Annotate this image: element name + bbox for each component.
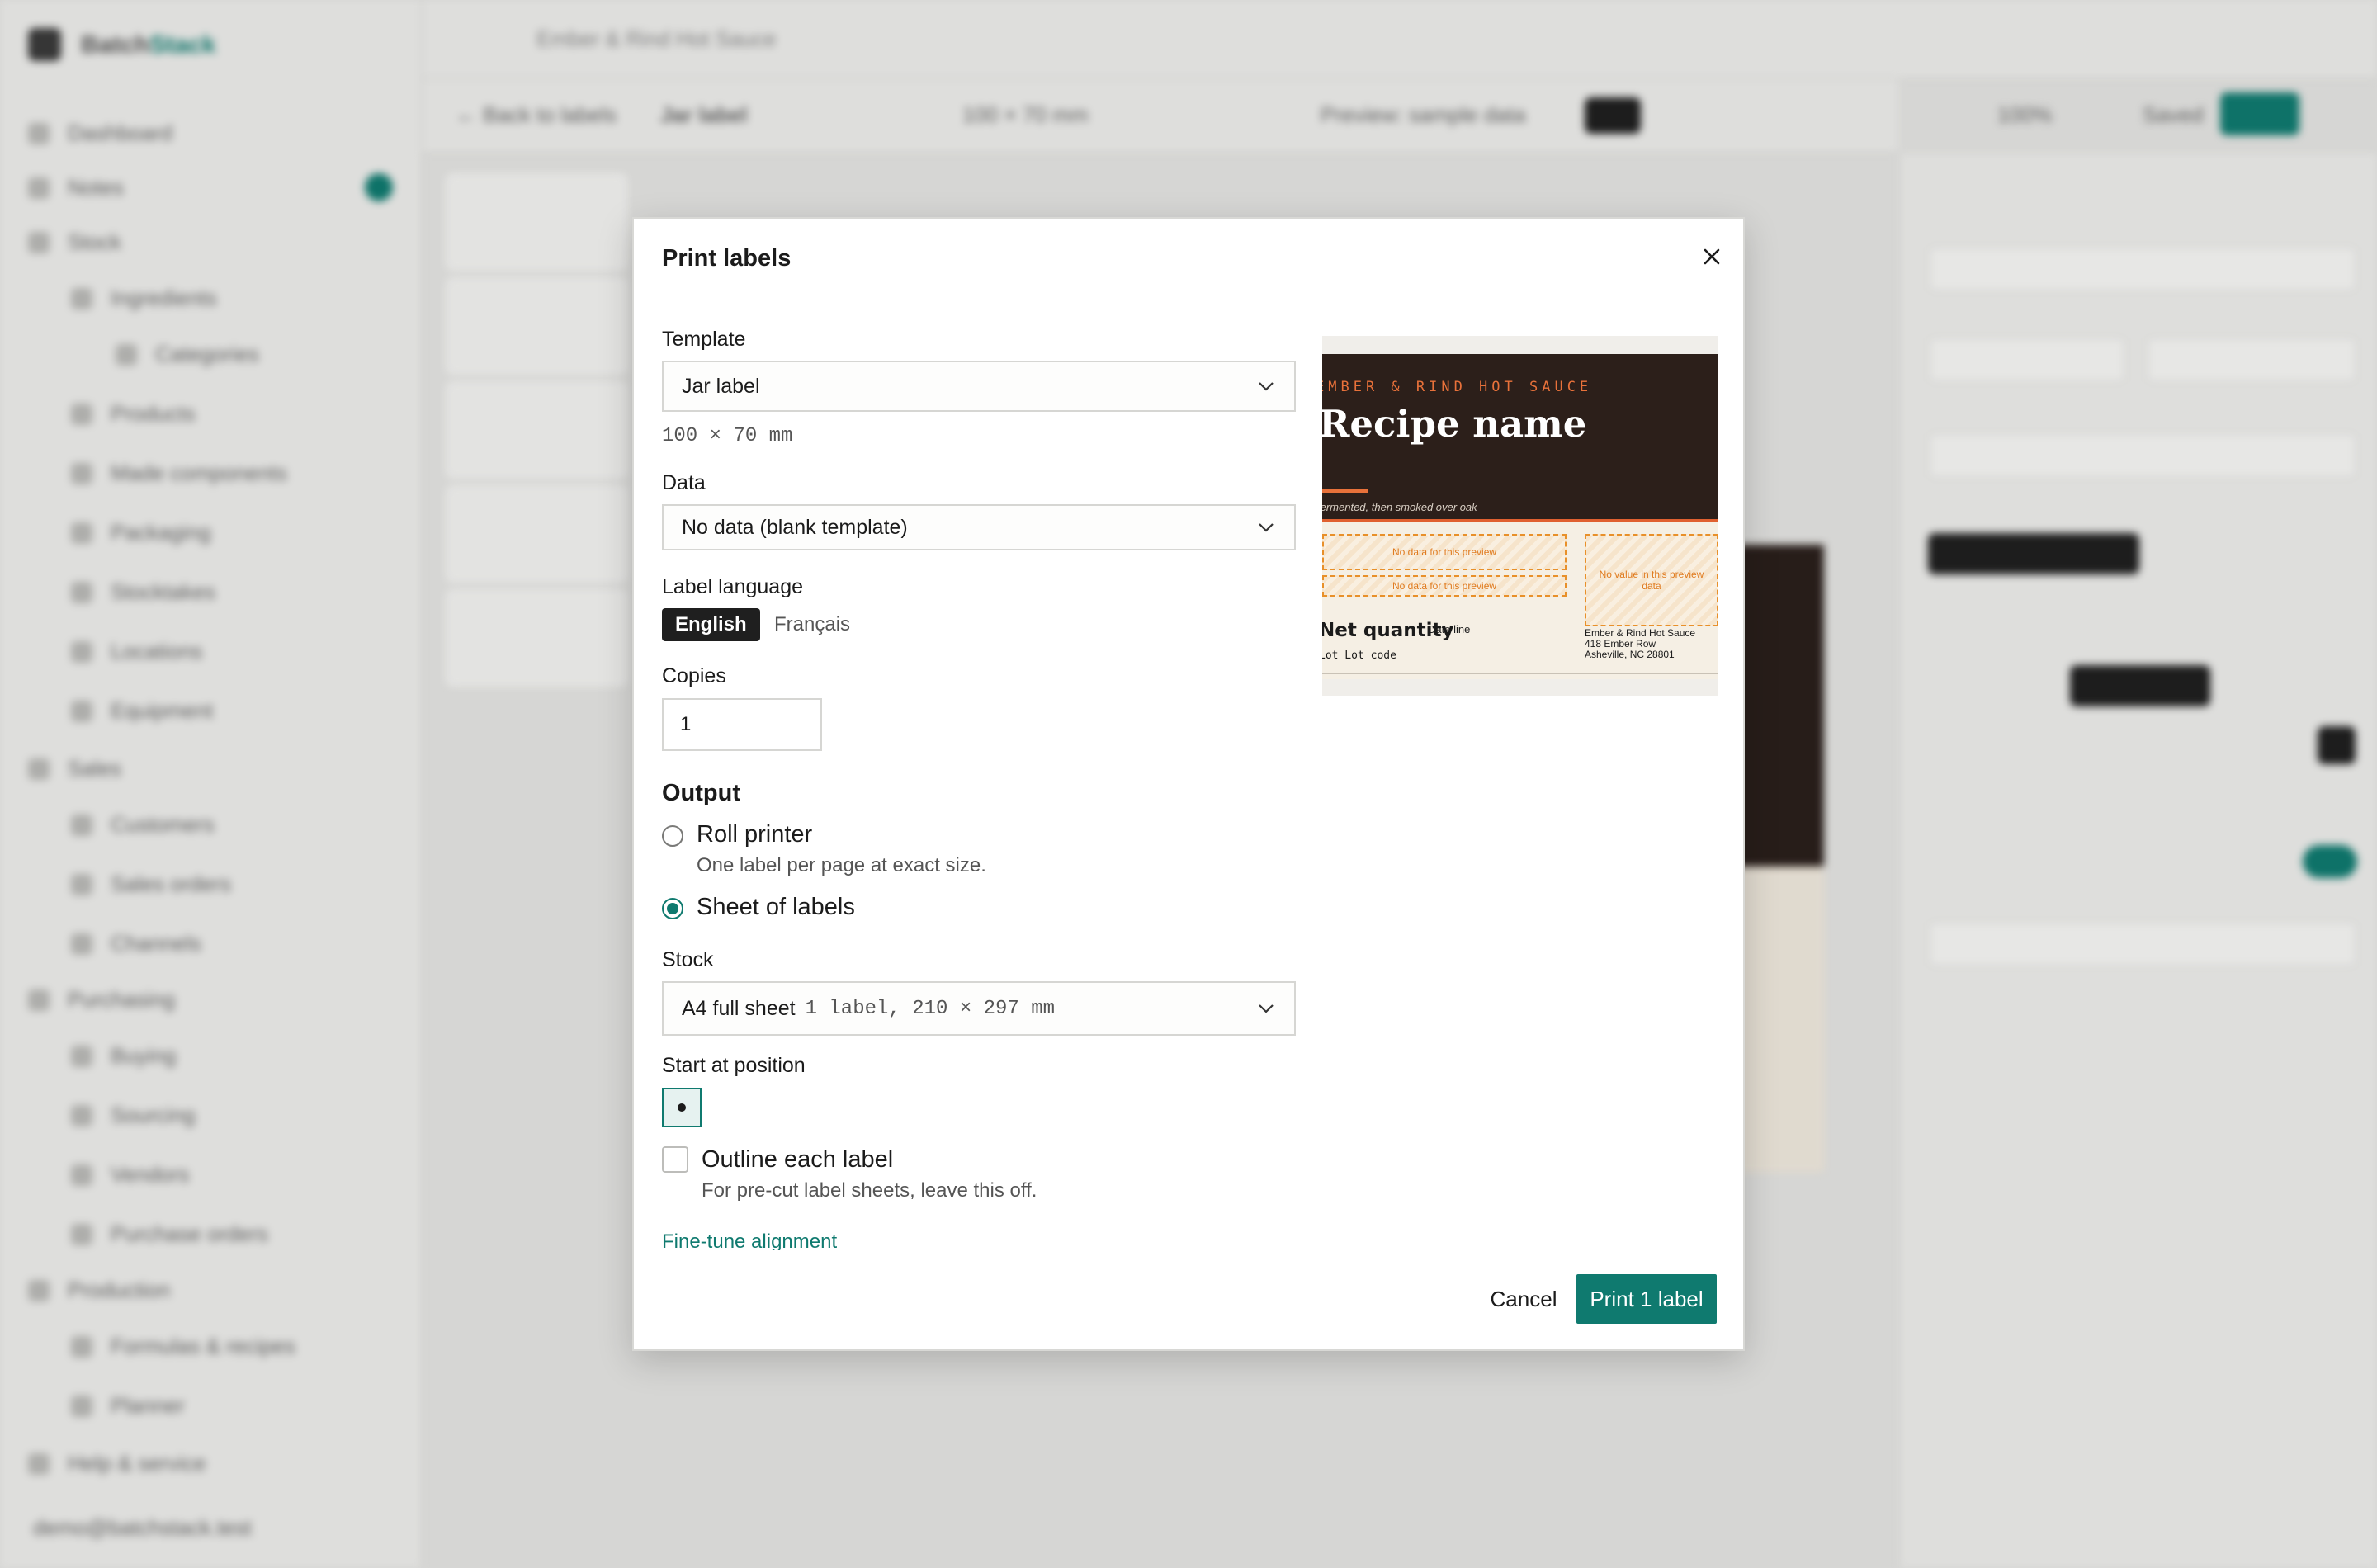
label-brand: EMBER & RIND HOT SAUCE — [1322, 379, 1593, 395]
data-label: Data — [662, 471, 706, 494]
stock-detail: 1 label, 210 × 297 mm — [805, 997, 1056, 1020]
label-bottom-edge — [1322, 673, 1718, 674]
placeholder-field: No data for this preview — [1322, 534, 1567, 570]
label-description: fermented, then smoked over oak — [1322, 501, 1477, 513]
label-recipe-name: Recipe name — [1322, 402, 1587, 446]
app-root: { "modal": { "title": "Print labels", "t… — [0, 0, 2377, 1568]
language-option-french[interactable]: Français — [774, 608, 850, 641]
label-divider — [1322, 519, 1718, 522]
outline-checkbox[interactable] — [662, 1146, 688, 1173]
address-line: Asheville, NC 28801 — [1585, 649, 1675, 660]
roll-printer-label[interactable]: Roll printer — [697, 821, 812, 848]
template-label: Template — [662, 328, 746, 351]
chevron-down-icon — [1259, 382, 1274, 391]
start-position-cell[interactable] — [662, 1088, 702, 1127]
copies-input[interactable]: 1 — [662, 698, 822, 751]
roll-printer-description: One label per page at exact size. — [697, 854, 986, 876]
close-icon[interactable] — [1695, 240, 1728, 273]
placeholder-field: No data for this preview — [1322, 575, 1567, 597]
print-labels-dialog: Print labels Template Jar label 100 × 70… — [632, 217, 1745, 1351]
outline-label[interactable]: Outline each label — [702, 1146, 893, 1174]
output-heading: Output — [662, 780, 741, 806]
language-option-english[interactable]: English — [662, 608, 760, 641]
label-accent-line — [1322, 489, 1368, 493]
label-language-label: Label language — [662, 575, 803, 598]
stock-name: A4 full sheet — [682, 996, 796, 1020]
stock-select[interactable]: A4 full sheet 1 label, 210 × 297 mm — [662, 981, 1296, 1036]
chevron-down-icon — [1259, 523, 1274, 532]
dialog-title: Print labels — [662, 245, 792, 272]
placeholder-field: No value in this preview data — [1585, 534, 1718, 626]
start-position-label: Start at position — [662, 1054, 806, 1077]
outline-description: For pre-cut label sheets, leave this off… — [702, 1179, 1037, 1202]
label-date-line: Date line — [1428, 623, 1471, 635]
cancel-button[interactable]: Cancel — [1466, 1274, 1581, 1324]
print-button[interactable]: Print 1 label — [1576, 1274, 1717, 1324]
stock-label: Stock — [662, 948, 714, 971]
template-value: Jar label — [682, 374, 760, 398]
fine-tune-alignment-link[interactable]: Fine-tune alignment — [662, 1230, 837, 1250]
data-select[interactable]: No data (blank template) — [662, 504, 1296, 550]
sheet-of-labels-radio[interactable] — [662, 898, 683, 919]
sheet-of-labels-label[interactable]: Sheet of labels — [697, 894, 855, 921]
label-preview: EMBER & RIND HOT SAUCE Recipe name ferme… — [1322, 336, 1718, 696]
template-select[interactable]: Jar label — [662, 361, 1296, 412]
copies-label: Copies — [662, 664, 726, 687]
label-address: Ember & Rind Hot Sauce 418 Ember Row Ash… — [1585, 628, 1695, 660]
label-preview-card: EMBER & RIND HOT SAUCE Recipe name ferme… — [1322, 354, 1718, 679]
label-lot-code: Lot Lot code — [1322, 649, 1396, 662]
template-size: 100 × 70 mm — [662, 425, 793, 447]
chevron-down-icon — [1259, 1004, 1274, 1013]
roll-printer-radio[interactable] — [662, 825, 683, 847]
data-value: No data (blank template) — [682, 515, 908, 539]
